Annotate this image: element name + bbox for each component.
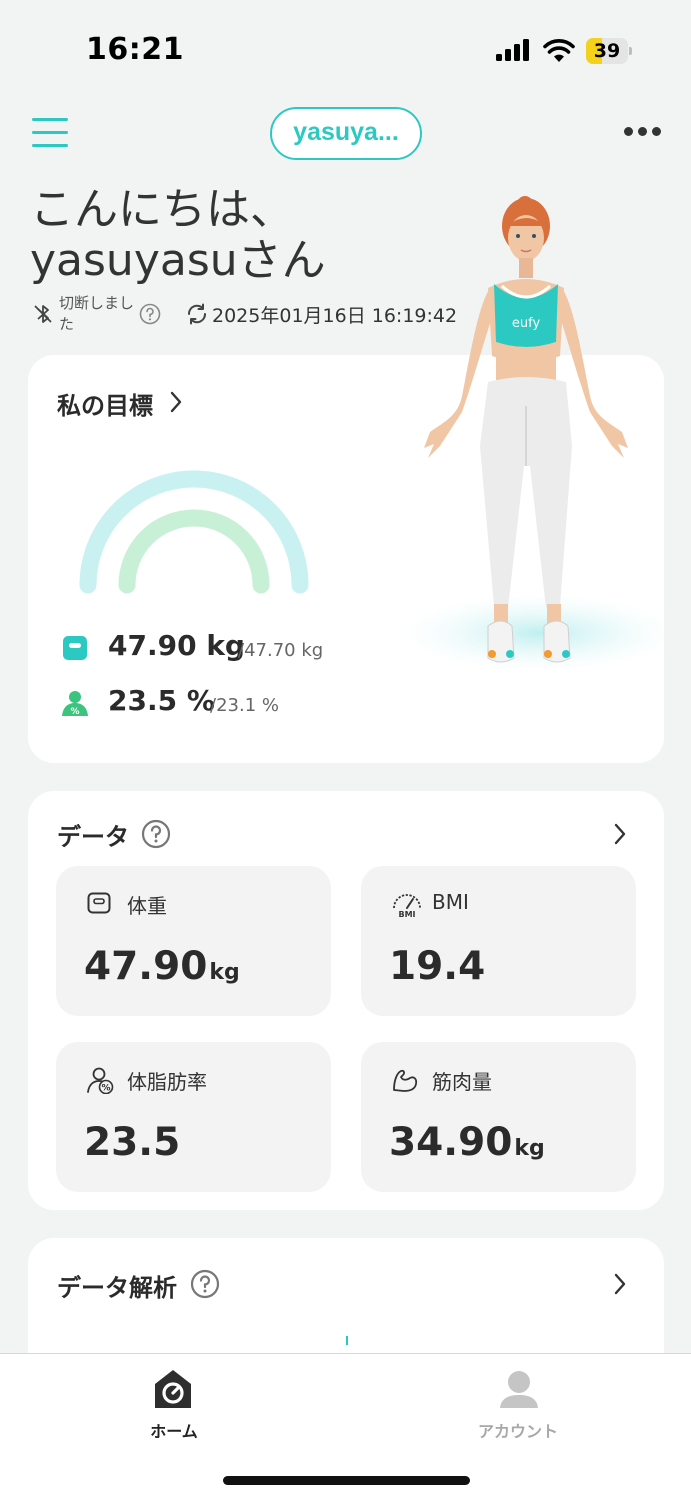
data-chevron-right-icon[interactable] — [612, 822, 628, 846]
muscle-unit: kg — [514, 1136, 545, 1161]
body-fat-icon: % — [87, 1067, 114, 1094]
body-fat-label: 体脂肪率 — [127, 1070, 207, 1094]
wifi-icon — [543, 39, 575, 62]
sync-icon[interactable] — [185, 302, 209, 326]
body-fat-value: 23.5 — [84, 1120, 181, 1165]
connection-help-icon[interactable] — [139, 303, 161, 325]
greeting-line1: こんにちは、 — [30, 184, 294, 235]
body-fat-person-icon: % — [62, 691, 88, 717]
weight-tile[interactable]: 体重 47.90kg — [56, 866, 331, 1016]
user-switcher-button[interactable]: yasuya... — [270, 107, 422, 160]
home-icon[interactable] — [152, 1368, 194, 1410]
body-fat-tile[interactable]: % 体脂肪率 23.5 — [56, 1042, 331, 1192]
muscle-label: 筋肉量 — [432, 1070, 492, 1094]
muscle-icon — [393, 1069, 418, 1092]
bmi-gauge-icon: BMI — [393, 894, 421, 918]
nav-home-label[interactable]: ホーム — [148, 1418, 200, 1442]
weight-value: 47.90kg — [84, 944, 240, 989]
more-options-icon[interactable] — [624, 127, 662, 137]
weight-target: /47.70 kg — [238, 640, 324, 661]
bluetooth-disconnected-icon — [34, 305, 52, 323]
weight-unit: kg — [209, 960, 240, 985]
muscle-value: 34.90kg — [389, 1120, 545, 1165]
bmi-tile[interactable]: BMI BMI 19.4 — [361, 866, 636, 1016]
analysis-chevron-right-icon[interactable] — [612, 1272, 628, 1296]
greeting-line2: yasuyasuさん — [30, 235, 326, 286]
scale-icon — [87, 892, 111, 914]
goal-progress-gauge — [79, 470, 309, 594]
muscle-tile[interactable]: 筋肉量 34.90kg — [361, 1042, 636, 1192]
connection-status: 切断しました — [59, 294, 135, 333]
weight-label: 体重 — [127, 894, 167, 918]
bodyfat-target: /23.1 % — [210, 695, 279, 716]
goal-chevron-right-icon[interactable] — [168, 390, 184, 414]
greeting: こんにちは、 yasuyasuさん — [30, 184, 326, 286]
battery-level: 39 — [593, 40, 621, 62]
svg-text:%: % — [70, 707, 79, 717]
cellular-signal-icon — [496, 39, 529, 61]
bmi-value: 19.4 — [389, 944, 486, 989]
data-title: データ — [57, 823, 129, 851]
battery-indicator: 39 — [586, 38, 632, 64]
status-bar: 16:21 39 — [0, 0, 691, 100]
status-time: 16:21 — [86, 32, 184, 67]
analysis-chart-tick — [346, 1336, 348, 1345]
data-help-icon[interactable] — [141, 819, 171, 849]
avatar-logo: eufy — [512, 316, 541, 331]
goal-title: 私の目標 — [57, 392, 153, 420]
svg-text:BMI: BMI — [398, 910, 415, 918]
nav-account-label[interactable]: アカウント — [468, 1418, 568, 1442]
home-indicator — [223, 1476, 470, 1485]
account-icon[interactable] — [498, 1368, 540, 1410]
body-avatar: eufy — [404, 196, 664, 671]
hamburger-menu-icon[interactable] — [32, 118, 68, 148]
data-card[interactable]: データ 体重 47.90kg BMI BMI 19.4 % 体脂肪率 23.5 … — [28, 791, 664, 1210]
analysis-help-icon[interactable] — [190, 1269, 220, 1299]
weight-current: 47.90 kg — [108, 629, 245, 662]
svg-text:%: % — [101, 1084, 110, 1094]
bodyfat-current: 23.5 % — [108, 684, 215, 717]
bmi-label: BMI — [432, 890, 469, 914]
bottom-nav: ホーム アカウント — [0, 1353, 691, 1500]
analysis-title: データ解析 — [57, 1274, 177, 1302]
scale-icon — [63, 636, 87, 660]
